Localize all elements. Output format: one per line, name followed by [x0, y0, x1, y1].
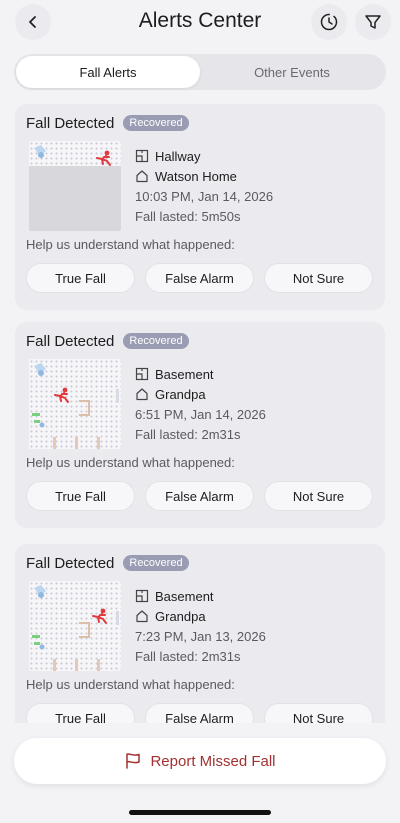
report-missed-fall-button[interactable]: Report Missed Fall [14, 738, 386, 784]
sensor-icon [34, 585, 46, 598]
home-name: Watson Home [155, 168, 237, 184]
feedback-buttons: True Fall False Alarm Not Sure [26, 481, 374, 511]
report-label: Report Missed Fall [150, 752, 276, 770]
tab-fall-alerts[interactable]: Fall Alerts [16, 56, 200, 88]
alert-info: Basement Grandpa 6:51 PM, Jan 14, 2026 F… [135, 364, 266, 444]
not-sure-button[interactable]: Not Sure [264, 481, 373, 511]
header: Alerts Center [0, 0, 400, 46]
true-fall-button[interactable]: True Fall [26, 703, 135, 723]
room-icon [135, 589, 149, 603]
home-row: Watson Home [135, 166, 273, 186]
fall-duration: Fall lasted: 2m31s [135, 648, 241, 664]
flag-icon [126, 753, 141, 769]
alert-card[interactable]: Fall Detected Recovered Hallway Watson H… [15, 104, 385, 310]
sensor-icon [34, 145, 46, 158]
home-indicator[interactable] [129, 810, 271, 815]
room-name: Hallway [155, 148, 201, 164]
sensor-icon [34, 363, 46, 376]
map-unmapped-area [29, 166, 121, 231]
fall-duration: Fall lasted: 2m31s [135, 426, 241, 442]
false-alarm-button[interactable]: False Alarm [145, 703, 254, 723]
not-sure-button[interactable]: Not Sure [264, 263, 373, 293]
alert-info: Basement Grandpa 7:23 PM, Jan 13, 2026 F… [135, 586, 266, 666]
filter-funnel-icon [365, 15, 381, 29]
feedback-prompt: Help us understand what happened: [26, 237, 235, 252]
home-row: Grandpa [135, 606, 266, 626]
feedback-prompt: Help us understand what happened: [26, 677, 235, 692]
alert-card[interactable]: Fall Detected Recovered Basement Grandpa… [15, 544, 385, 723]
alert-info: Hallway Watson Home 10:03 PM, Jan 14, 20… [135, 146, 273, 226]
status-badge: Recovered [123, 333, 189, 349]
home-icon [135, 609, 149, 623]
not-sure-button[interactable]: Not Sure [264, 703, 373, 723]
alert-title: Fall Detected [26, 554, 115, 572]
home-row: Grandpa [135, 384, 266, 404]
feedback-buttons: True Fall False Alarm Not Sure [26, 703, 374, 723]
alert-title: Fall Detected [26, 114, 115, 132]
door-icon [116, 611, 119, 625]
false-alarm-button[interactable]: False Alarm [145, 481, 254, 511]
room-map [29, 359, 121, 449]
history-clock-icon [320, 13, 338, 31]
tab-other-events[interactable]: Other Events [200, 56, 384, 88]
feedback-buttons: True Fall False Alarm Not Sure [26, 263, 374, 293]
true-fall-button[interactable]: True Fall [26, 481, 135, 511]
alert-card[interactable]: Fall Detected Recovered Basement Grandpa… [15, 322, 385, 528]
card-header: Fall Detected Recovered [26, 113, 189, 133]
alert-datetime: 7:23 PM, Jan 13, 2026 [135, 628, 266, 644]
alert-title: Fall Detected [26, 332, 115, 350]
bench-icon [53, 437, 100, 449]
room-map [29, 141, 121, 231]
furniture-icon [79, 622, 90, 638]
true-fall-button[interactable]: True Fall [26, 263, 135, 293]
bench-icon [53, 659, 100, 671]
home-name: Grandpa [155, 608, 206, 624]
room-row: Hallway [135, 146, 273, 166]
furniture-icon [79, 400, 90, 416]
door-icon [116, 389, 119, 403]
tab-bar: Fall Alerts Other Events [14, 54, 386, 90]
alert-datetime: 10:03 PM, Jan 14, 2026 [135, 188, 274, 204]
status-badge: Recovered [123, 555, 189, 571]
alert-datetime: 6:51 PM, Jan 14, 2026 [135, 406, 266, 422]
room-map [29, 581, 121, 671]
room-name: Basement [155, 366, 214, 382]
filter-button[interactable] [355, 4, 391, 40]
card-header: Fall Detected Recovered [26, 331, 189, 351]
room-icon [135, 367, 149, 381]
feedback-prompt: Help us understand what happened: [26, 455, 235, 470]
alerts-list: Fall Detected Recovered Hallway Watson H… [0, 100, 400, 723]
history-button[interactable] [311, 4, 347, 40]
home-icon [135, 169, 149, 183]
fall-duration: Fall lasted: 5m50s [135, 208, 241, 224]
room-name: Basement [155, 588, 214, 604]
room-row: Basement [135, 586, 266, 606]
plant-icon [32, 635, 45, 650]
plant-icon [32, 413, 45, 428]
room-row: Basement [135, 364, 266, 384]
room-icon [135, 149, 149, 163]
false-alarm-button[interactable]: False Alarm [145, 263, 254, 293]
card-header: Fall Detected Recovered [26, 553, 189, 573]
home-icon [135, 387, 149, 401]
status-badge: Recovered [123, 115, 189, 131]
home-name: Grandpa [155, 386, 206, 402]
fall-figure-icon [96, 150, 111, 166]
fall-figure-icon [54, 387, 69, 403]
